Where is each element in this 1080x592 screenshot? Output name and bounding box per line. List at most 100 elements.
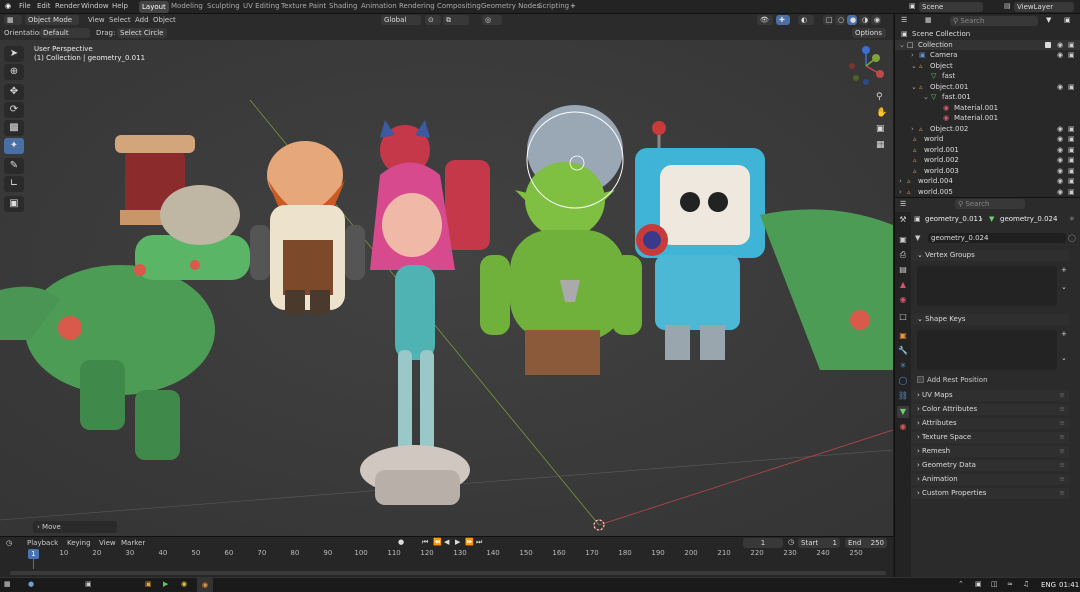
- drag-handle-icon[interactable]: ≡: [1059, 488, 1065, 499]
- outliner-row[interactable]: ◉ Material.001: [895, 103, 1080, 114]
- mesh-breadcrumb[interactable]: geometry_0.024: [1000, 215, 1057, 223]
- eye-icon[interactable]: ◉: [1057, 124, 1063, 135]
- viewlayer-icon[interactable]: ▤: [1004, 2, 1011, 10]
- menu-add[interactable]: Add: [135, 16, 149, 24]
- rotate-tool-icon[interactable]: ⟳: [4, 102, 24, 118]
- render-camera-icon[interactable]: ▣: [1068, 40, 1075, 51]
- collection-tab-icon[interactable]: □: [897, 311, 909, 323]
- render-camera-icon[interactable]: ▣: [1068, 82, 1075, 93]
- menu-object[interactable]: Object: [153, 16, 176, 24]
- menu-select[interactable]: Select: [109, 16, 131, 24]
- drag-handle-icon[interactable]: ≡: [1059, 418, 1065, 429]
- view-layer-tab-icon[interactable]: ▤: [897, 264, 909, 276]
- outliner-editor-icon[interactable]: ☰: [901, 16, 907, 24]
- tab-shading[interactable]: Shading: [329, 2, 357, 10]
- tab-scripting[interactable]: Scripting: [538, 2, 569, 10]
- panel-header[interactable]: › Remesh ≡: [911, 446, 1069, 457]
- expand-toggle-icon[interactable]: ⌄: [923, 92, 929, 103]
- move-tool-icon[interactable]: ✥: [4, 84, 24, 100]
- panel-header[interactable]: › Animation ≡: [911, 474, 1069, 485]
- shape-keys-list[interactable]: [917, 330, 1057, 370]
- output-tab-icon[interactable]: ⎙: [897, 249, 909, 261]
- outliner-row[interactable]: ⌄ ▵ Object.001 ◉ ▣: [895, 82, 1080, 93]
- eye-icon[interactable]: ◉: [1057, 145, 1063, 156]
- clock[interactable]: 01:41: [1059, 581, 1079, 589]
- volume-icon[interactable]: ♫: [1023, 580, 1029, 588]
- eye-icon[interactable]: ◉: [1057, 50, 1063, 61]
- menu-file[interactable]: File: [19, 2, 31, 10]
- expand-toggle-icon[interactable]: ›: [911, 50, 914, 61]
- eye-icon[interactable]: ◉: [1057, 166, 1063, 177]
- menu-window[interactable]: Window: [81, 2, 109, 10]
- render-camera-icon[interactable]: ▣: [1068, 145, 1075, 156]
- scene-selector[interactable]: Scene: [919, 2, 983, 12]
- measure-tool-icon[interactable]: ∟: [4, 176, 24, 192]
- proportional-edit-icon[interactable]: ◎: [482, 15, 502, 25]
- expand-toggle-icon[interactable]: ›: [899, 176, 902, 187]
- outliner-row[interactable]: › ▵ world.005 ◉ ▣: [895, 187, 1080, 198]
- tab-compositing[interactable]: Compositing: [437, 2, 481, 10]
- render-camera-icon[interactable]: ▣: [1068, 50, 1075, 61]
- xray-icon[interactable]: □: [823, 15, 833, 25]
- tray-icon-1[interactable]: ▣: [975, 580, 982, 588]
- render-camera-icon[interactable]: ▣: [1068, 176, 1075, 187]
- scene-icon[interactable]: ▣: [909, 2, 916, 10]
- outliner-row[interactable]: ◉ Material.001: [895, 113, 1080, 124]
- snap-icon[interactable]: ⧉: [443, 15, 469, 25]
- zoom-icon[interactable]: ⚲: [876, 92, 883, 102]
- outliner-row[interactable]: ⌄ ▵ Object: [895, 61, 1080, 72]
- rendered-shading-icon[interactable]: ◉: [871, 15, 881, 25]
- tab-sculpting[interactable]: Sculpting: [207, 2, 240, 10]
- expand-toggle-icon[interactable]: ⌄: [899, 40, 905, 51]
- expand-toggle-icon[interactable]: ›: [899, 187, 902, 198]
- drag-handle-icon[interactable]: ≡: [1059, 474, 1065, 485]
- expand-toggle-icon[interactable]: ⌄: [911, 82, 917, 93]
- camera-view-icon[interactable]: ▣: [876, 124, 885, 134]
- physics-tab-icon[interactable]: ◯: [897, 375, 909, 387]
- tab-uv-editing[interactable]: UV Editing: [243, 2, 280, 10]
- tab-animation[interactable]: Animation: [361, 2, 397, 10]
- start-menu-icon[interactable]: ▦: [4, 580, 11, 588]
- pin-icon[interactable]: ✳: [1069, 215, 1075, 223]
- outliner-row[interactable]: › ▣ Camera ◉ ▣: [895, 50, 1080, 61]
- world-tab-icon[interactable]: ◉: [897, 294, 909, 306]
- display-mode-icon[interactable]: ▦: [925, 16, 932, 24]
- panel-header[interactable]: › Color Attributes ≡: [911, 404, 1069, 415]
- perspective-toggle-icon[interactable]: ▦: [876, 140, 885, 150]
- new-collection-icon[interactable]: ▣: [1064, 16, 1071, 24]
- drag-handle-icon[interactable]: ≡: [1059, 390, 1065, 401]
- tray-icon-2[interactable]: ◫: [991, 580, 998, 588]
- playhead[interactable]: 1: [28, 549, 39, 559]
- menu-edit[interactable]: Edit: [37, 2, 51, 10]
- panel-header[interactable]: › Custom Properties ≡: [911, 488, 1069, 499]
- tab-rendering[interactable]: Rendering: [399, 2, 435, 10]
- tab-layout[interactable]: Layout: [139, 1, 169, 13]
- outliner-row[interactable]: ▵ world.003 ◉ ▣: [895, 166, 1080, 177]
- drag-handle-icon[interactable]: ≡: [1059, 446, 1065, 457]
- vertex-group-specials-icon[interactable]: ⌄: [1061, 283, 1067, 291]
- render-camera-icon[interactable]: ▣: [1068, 187, 1075, 198]
- pivot-icon[interactable]: ⊙: [425, 15, 441, 25]
- drag-handle-icon[interactable]: ≡: [1059, 404, 1065, 415]
- panel-header[interactable]: › Texture Space ≡: [911, 432, 1069, 443]
- menu-render[interactable]: Render: [55, 2, 80, 10]
- options-dropdown[interactable]: Options: [852, 28, 886, 38]
- timeline-scrollbar[interactable]: [10, 571, 886, 575]
- outliner-row[interactable]: ▵ world ◉ ▣: [895, 134, 1080, 145]
- outliner-row[interactable]: ▵ world.002 ◉ ▣: [895, 155, 1080, 166]
- add-rest-position-checkbox[interactable]: [917, 376, 924, 383]
- shape-key-specials-icon[interactable]: ⌄: [1061, 354, 1067, 362]
- outliner-search-input[interactable]: ⚲ Search: [950, 16, 1038, 26]
- tray-up-icon[interactable]: ⌃: [958, 580, 964, 588]
- render-tab-icon[interactable]: ▣: [897, 234, 909, 246]
- language-indicator[interactable]: ENG: [1041, 581, 1056, 589]
- timeline[interactable]: ◷ Playback Keying View Marker ● ⏮ ⏪ ◀ ▶ …: [0, 536, 893, 577]
- modifier-tab-icon[interactable]: 🔧: [897, 345, 909, 357]
- 3d-viewport[interactable]: User Perspective (1) Collection | geomet…: [0, 40, 893, 536]
- eye-icon[interactable]: ◉: [1057, 82, 1063, 93]
- panel-header[interactable]: › Attributes ≡: [911, 418, 1069, 429]
- expand-toggle-icon[interactable]: ⌄: [911, 61, 917, 72]
- material-shading-icon[interactable]: ◑: [859, 15, 869, 25]
- scene-tab-icon[interactable]: ▲: [897, 279, 909, 291]
- add-cube-tool-icon[interactable]: ▣: [4, 196, 24, 212]
